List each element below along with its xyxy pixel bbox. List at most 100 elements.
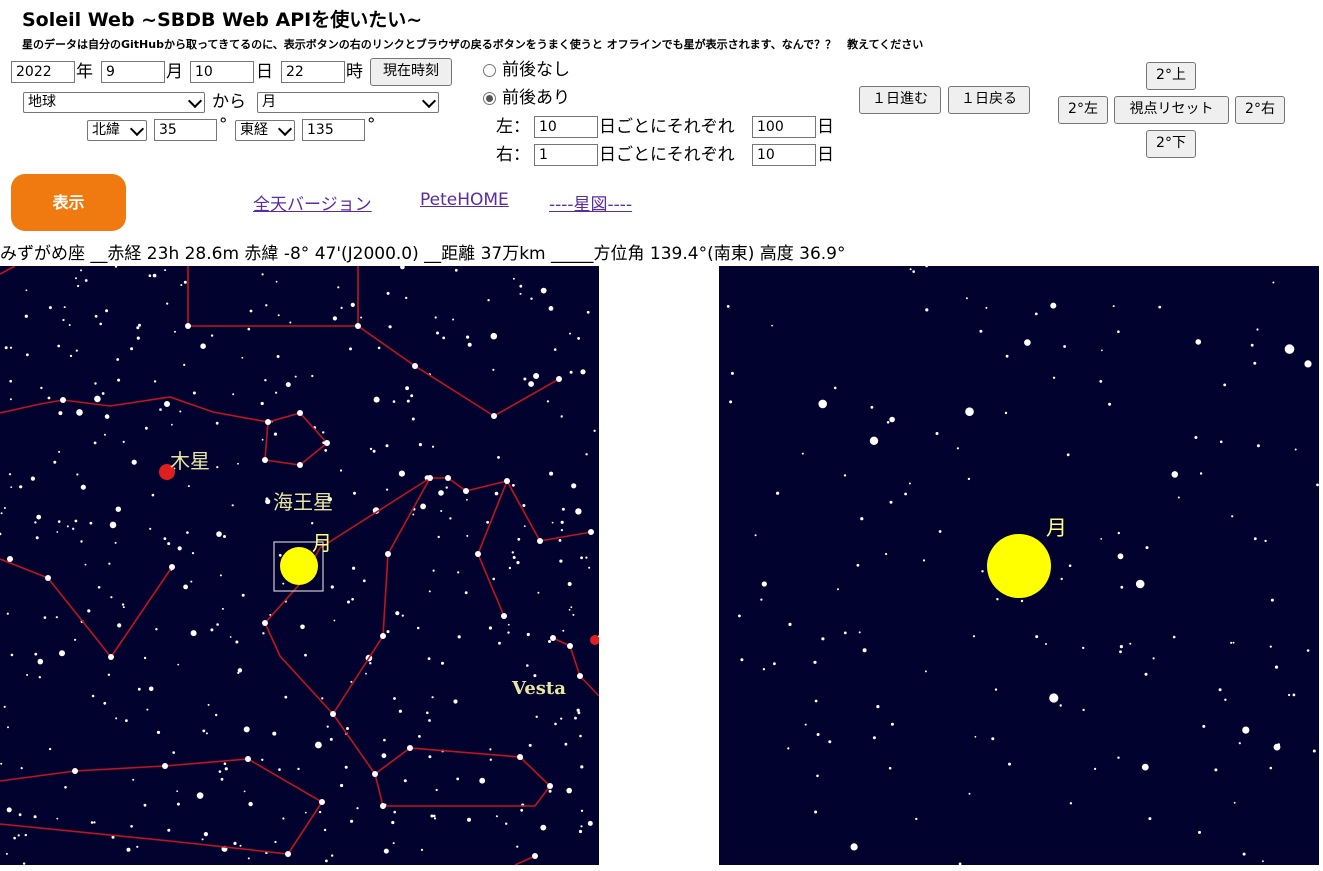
side-views-radio[interactable]	[483, 92, 496, 105]
day-back-button[interactable]: １日戻る	[948, 86, 1030, 114]
star	[114, 541, 117, 544]
star	[885, 552, 888, 556]
star	[223, 535, 226, 538]
star	[985, 306, 988, 309]
star	[886, 421, 890, 424]
star	[1294, 448, 1297, 451]
star	[332, 316, 337, 321]
view-up-button[interactable]: 2°上	[1146, 62, 1196, 90]
star	[740, 658, 744, 662]
star	[467, 817, 471, 822]
view-right-button[interactable]: 2°右	[1235, 96, 1285, 124]
star	[224, 767, 228, 771]
longitude-unit-label: °	[367, 115, 376, 135]
star	[304, 653, 307, 657]
star	[103, 701, 107, 705]
star	[956, 447, 959, 450]
from-select[interactable]: 地球	[23, 92, 205, 113]
star	[278, 553, 282, 557]
star	[505, 822, 508, 825]
star	[10, 486, 13, 488]
jupiter-label: 木星	[170, 449, 210, 473]
star	[47, 396, 51, 400]
right-total-input[interactable]: 10	[752, 144, 816, 166]
star	[821, 637, 825, 641]
star	[275, 280, 278, 283]
left-view-label: 左：	[496, 117, 530, 137]
view-reset-button[interactable]: 視点リセット	[1114, 96, 1229, 124]
left-step-input[interactable]: 10	[534, 116, 598, 138]
current-time-button[interactable]: 現在時刻	[370, 58, 452, 86]
star	[519, 284, 523, 288]
constellation-star	[407, 745, 413, 751]
left-total-input[interactable]: 100	[752, 116, 816, 138]
star	[862, 648, 867, 653]
star	[938, 530, 942, 533]
star	[232, 393, 235, 396]
zoom-sky-map[interactable]: 月	[719, 266, 1319, 865]
star	[435, 788, 438, 792]
star	[567, 582, 572, 586]
star	[36, 514, 42, 520]
star	[243, 726, 250, 733]
star	[8, 473, 12, 476]
star	[318, 810, 322, 814]
star	[787, 747, 790, 750]
star	[324, 449, 328, 452]
view-down-button[interactable]: 2°下	[1146, 130, 1196, 158]
star	[522, 504, 526, 507]
latitude-direction-select[interactable]: 北緯	[87, 120, 147, 141]
star	[5, 852, 8, 855]
star	[350, 819, 354, 823]
right-view-label: 右：	[496, 145, 530, 165]
petehome-link[interactable]: PeteHOME	[420, 190, 509, 210]
star	[138, 323, 141, 327]
star	[75, 277, 77, 280]
left-step-label: 日ごとにそれぞれ	[599, 117, 735, 137]
star	[1202, 724, 1206, 728]
wide-sky-map[interactable]: 木星 海王星 月 土星 Vesta	[0, 266, 599, 865]
constellation-line	[357, 325, 560, 417]
star	[548, 306, 554, 311]
longitude-input[interactable]: 135	[302, 119, 365, 141]
target-select[interactable]: 月	[257, 92, 439, 113]
star	[274, 840, 277, 844]
view-left-button[interactable]: 2°左	[1058, 96, 1108, 124]
star	[1082, 646, 1085, 650]
star	[560, 529, 564, 532]
latitude-input[interactable]: 35	[154, 119, 217, 141]
star	[512, 483, 515, 487]
star-chart-link[interactable]: ----星図----	[549, 190, 632, 215]
day-forward-button[interactable]: １日進む	[859, 86, 941, 114]
star	[3, 705, 6, 708]
right-step-input[interactable]: 1	[534, 144, 598, 166]
month-input[interactable]: 9	[101, 61, 165, 83]
star	[558, 539, 562, 542]
star	[190, 580, 193, 583]
star	[1199, 472, 1203, 475]
no-side-views-radio[interactable]	[483, 64, 496, 77]
star	[99, 322, 102, 326]
star	[137, 687, 141, 691]
hour-input[interactable]: 22	[281, 61, 345, 83]
star	[331, 854, 334, 857]
star	[237, 462, 239, 465]
star	[391, 820, 395, 825]
star	[537, 591, 540, 594]
star	[174, 330, 176, 333]
star	[585, 453, 588, 456]
star	[1233, 801, 1236, 804]
constellation-star	[475, 551, 481, 557]
star	[0, 762, 3, 765]
star	[738, 614, 741, 618]
star	[339, 469, 343, 472]
constellation-star	[556, 376, 562, 382]
longitude-direction-select[interactable]: 東経	[235, 120, 295, 141]
star	[148, 274, 152, 277]
day-input[interactable]: 10	[190, 61, 254, 83]
star	[297, 767, 300, 771]
star	[210, 628, 214, 632]
year-input[interactable]: 2022	[11, 61, 75, 83]
show-button[interactable]: 表示	[11, 174, 126, 231]
all-sky-link[interactable]: 全天バージョン	[253, 190, 372, 215]
